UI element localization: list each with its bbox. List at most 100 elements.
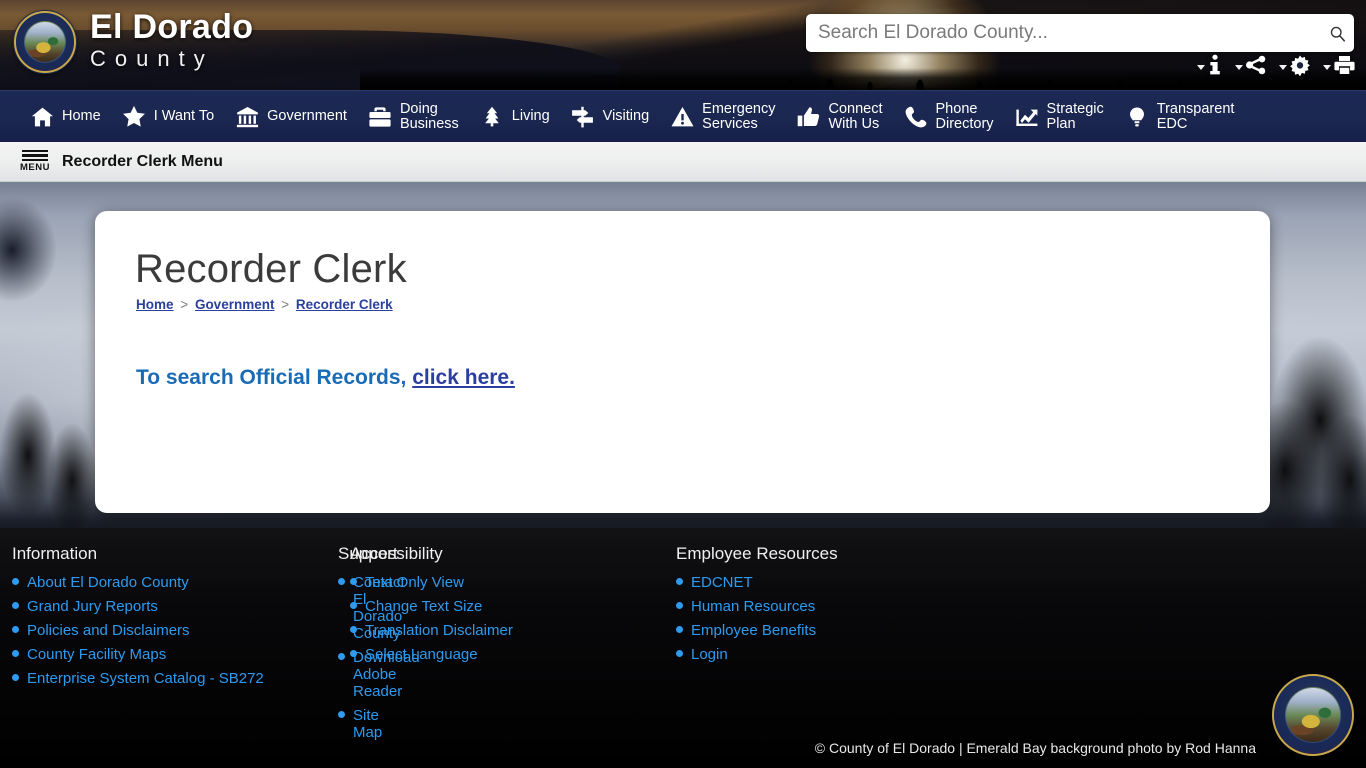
nav-label: Doing Business	[399, 100, 459, 132]
footer-link[interactable]: Human Resources	[691, 598, 815, 615]
list-item[interactable]: Translation Disclaimer	[350, 622, 664, 639]
department-menu-title: Recorder Clerk Menu	[61, 152, 223, 170]
bank-icon	[234, 105, 260, 129]
bullet-icon	[12, 578, 19, 585]
footer-link[interactable]: Translation Disclaimer	[365, 622, 513, 639]
breadcrumb-separator: >	[180, 297, 189, 312]
search-button[interactable]	[1320, 14, 1354, 52]
site-search[interactable]	[806, 14, 1354, 52]
breadcrumb-separator: >	[281, 297, 290, 312]
star-icon	[121, 104, 147, 129]
nav-item-emergency-services[interactable]: Emergency Services	[660, 95, 784, 139]
utility-icon-bar	[1197, 54, 1356, 76]
info-icon	[1207, 54, 1223, 76]
bullet-icon	[350, 602, 357, 609]
nav-item-home[interactable]: Home	[20, 95, 110, 139]
nav-item-phone-directory[interactable]: Phone Directory	[894, 95, 1003, 139]
lightbulb-icon	[1124, 105, 1150, 129]
list-item[interactable]: Change Text Size	[350, 598, 664, 615]
home-icon	[29, 105, 55, 129]
nav-label: Strategic Plan	[1046, 100, 1104, 132]
nav-item-strategic-plan[interactable]: Strategic Plan	[1005, 95, 1113, 139]
bullet-icon	[676, 602, 683, 609]
footer-columns: Information About El Dorado County Grand…	[0, 544, 1366, 748]
footer-county-seal[interactable]	[1272, 674, 1354, 756]
official-records-link[interactable]: click here.	[412, 366, 515, 389]
county-seal-logo[interactable]	[14, 11, 76, 73]
print-icon	[1333, 54, 1356, 76]
footer-link[interactable]: Change Text Size	[365, 598, 482, 615]
search-input[interactable]	[806, 14, 1320, 52]
list-item[interactable]: Select Language	[350, 646, 664, 663]
utility-print-button[interactable]	[1323, 54, 1356, 76]
footer-column-employee-resources: Employee Resources EDCNET Human Resource…	[664, 544, 1044, 748]
nav-item-visiting[interactable]: Visiting	[561, 95, 658, 139]
thumbs-up-icon	[796, 105, 822, 129]
nav-label: Home	[62, 108, 101, 124]
breadcrumb-link-recorder-clerk[interactable]: Recorder Clerk	[296, 297, 393, 312]
breadcrumb-link-home[interactable]: Home	[136, 297, 174, 312]
utility-share-button[interactable]	[1235, 54, 1267, 76]
nav-label: Phone Directory	[935, 100, 994, 132]
bullet-icon	[676, 650, 683, 657]
bullet-icon	[12, 650, 19, 657]
breadcrumb-link-government[interactable]: Government	[195, 297, 275, 312]
gear-icon	[1289, 54, 1311, 76]
bullet-icon	[338, 653, 345, 660]
nav-item-i-want-to[interactable]: I Want To	[112, 95, 223, 139]
brand-primary-text: El Dorado	[90, 8, 254, 46]
footer-link[interactable]: Employee Benefits	[691, 622, 816, 639]
chevron-down-icon	[1197, 64, 1205, 70]
utility-info-button[interactable]	[1197, 54, 1223, 76]
menu-toggle-button[interactable]: MENU	[20, 149, 50, 174]
footer-link[interactable]: Text Only View	[365, 574, 464, 591]
list-item[interactable]: EDCNET	[676, 574, 1044, 591]
department-menu-bar: MENU Recorder Clerk Menu	[0, 142, 1366, 182]
nav-item-connect-with-us[interactable]: Connect With Us	[787, 95, 892, 139]
footer-heading: Employee Resources	[676, 544, 838, 563]
signpost-icon	[570, 105, 596, 129]
page-root: El Dorado County Search El Dorado County…	[0, 0, 1366, 768]
list-item[interactable]: Human Resources	[676, 598, 1044, 615]
share-icon	[1245, 54, 1267, 76]
bullet-icon	[350, 626, 357, 633]
nav-label: Living	[511, 108, 550, 124]
menu-toggle-label: MENU	[20, 162, 50, 174]
chart-arrow-icon	[1014, 105, 1040, 129]
site-footer: Information About El Dorado County Grand…	[0, 528, 1366, 768]
nav-label: Connect With Us	[828, 100, 883, 132]
warning-triangle-icon	[669, 105, 695, 129]
list-item[interactable]: Text Only View	[350, 574, 664, 591]
bullet-icon	[12, 674, 19, 681]
notice-text: To search Official Records,	[136, 366, 413, 389]
tree-icon	[479, 104, 505, 129]
nav-item-living[interactable]: Living	[470, 95, 559, 139]
bullet-icon	[676, 578, 683, 585]
footer-link[interactable]: EDCNET	[691, 574, 753, 591]
breadcrumb: Home > Government > Recorder Clerk	[136, 297, 393, 312]
footer-column-support: Support Contact El Dorado County Downloa…	[338, 544, 420, 741]
nav-label: Transparent EDC	[1156, 100, 1235, 132]
chevron-down-icon	[1323, 64, 1331, 70]
bullet-icon	[12, 626, 19, 633]
nav-item-government[interactable]: Government	[225, 95, 356, 139]
bullet-icon	[676, 626, 683, 633]
nav-item-doing-business[interactable]: Doing Business	[358, 95, 468, 139]
nav-label: Government	[267, 108, 347, 124]
footer-link[interactable]: Select Language	[365, 646, 478, 663]
official-records-notice: To search Official Records, click here.	[136, 366, 515, 390]
site-brand[interactable]: El Dorado County	[90, 8, 253, 72]
bullet-icon	[12, 602, 19, 609]
briefcase-icon	[367, 105, 393, 129]
footer-link[interactable]: Login	[691, 646, 728, 663]
site-header: El Dorado County	[0, 0, 1366, 90]
utility-settings-button[interactable]	[1279, 54, 1311, 76]
nav-label: Emergency Services	[702, 100, 776, 132]
footer-heading: Accessibility	[350, 544, 443, 563]
bullet-icon	[338, 711, 345, 718]
list-item[interactable]: Login	[676, 646, 1044, 663]
content-card: Recorder Clerk Home > Government > Recor…	[95, 211, 1270, 513]
nav-label: I Want To	[153, 108, 215, 124]
nav-item-transparent-edc[interactable]: Transparent EDC	[1115, 95, 1244, 139]
list-item[interactable]: Employee Benefits	[676, 622, 1044, 639]
